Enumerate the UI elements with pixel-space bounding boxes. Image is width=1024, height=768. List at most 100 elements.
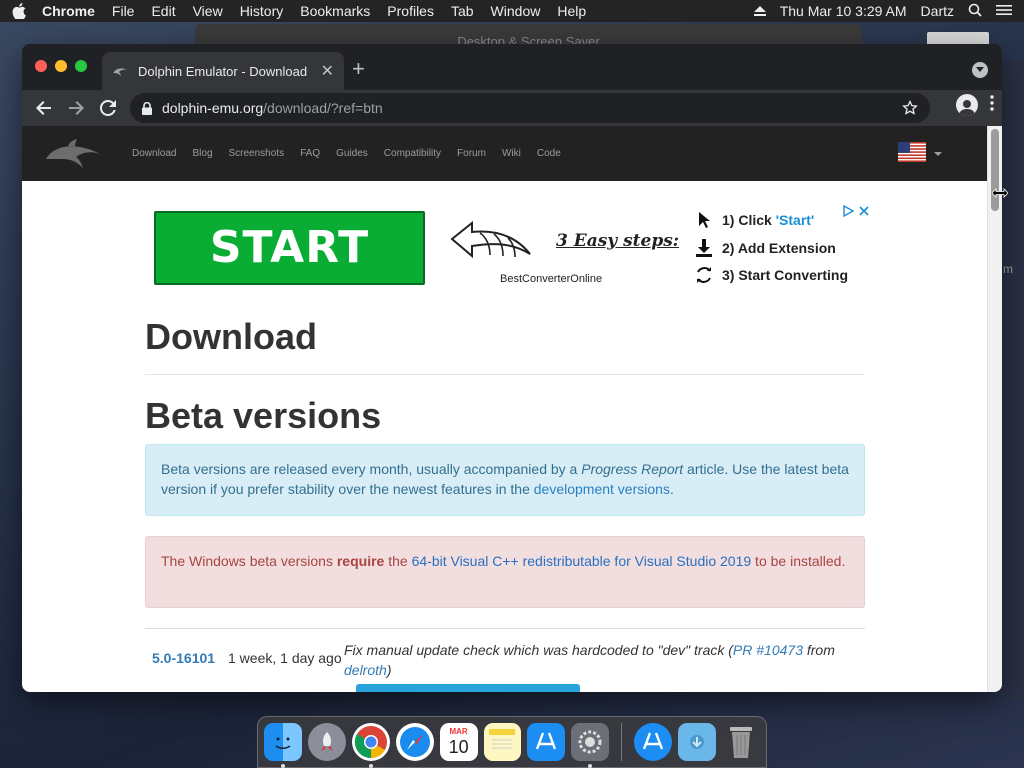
nav-forum[interactable]: Forum: [457, 148, 486, 159]
back-button[interactable]: [30, 94, 58, 122]
ad-step-3: 3) Start Converting: [694, 265, 848, 285]
spotlight-search-icon[interactable]: [968, 3, 982, 20]
ad-site-label: BestConverterOnline: [500, 273, 603, 285]
dolphin-logo-icon[interactable]: [44, 137, 104, 171]
danger-text-end: to be installed.: [751, 553, 846, 569]
tab-dolphin-download[interactable]: Dolphin Emulator - Download ✕: [102, 52, 344, 90]
calendar-day: 10: [448, 737, 469, 757]
bookmark-star-icon[interactable]: [902, 100, 918, 116]
calendar-icon[interactable]: MAR 10: [439, 723, 478, 761]
development-versions-link[interactable]: development versions: [534, 481, 670, 497]
vcredist-link[interactable]: 64-bit Visual C++ redistributable for Vi…: [412, 553, 752, 569]
profile-avatar-icon[interactable]: [956, 94, 978, 116]
nav-screenshots[interactable]: Screenshots: [229, 148, 285, 159]
macos-menubar: Chrome File Edit View History Bookmarks …: [0, 0, 1024, 22]
forward-button[interactable]: [62, 94, 90, 122]
minimize-window-button[interactable]: [55, 60, 67, 72]
trash-icon[interactable]: [722, 723, 760, 761]
dolphin-favicon-icon: [113, 68, 127, 76]
nav-compatibility[interactable]: Compatibility: [384, 148, 441, 159]
info-progress-report: Progress Report: [581, 461, 684, 477]
launchpad-icon[interactable]: [307, 723, 346, 761]
beta-info-alert: Beta versions are released every month, …: [145, 444, 865, 516]
table-top-border: [145, 628, 865, 629]
menubar-clock[interactable]: Thu Mar 10 3:29 AM: [780, 3, 907, 19]
menu-edit[interactable]: Edit: [151, 3, 175, 19]
new-tab-button[interactable]: +: [352, 56, 365, 82]
menu-window[interactable]: Window: [491, 3, 541, 19]
finder-icon[interactable]: [264, 723, 302, 768]
downloads-folder-icon[interactable]: [678, 723, 717, 761]
url-host: dolphin-emu.org: [162, 100, 264, 116]
release-desc-text: Fix manual update check which was hardco…: [344, 642, 733, 658]
pr-link[interactable]: PR #10473: [733, 642, 803, 658]
adchoices-icon[interactable]: [842, 205, 854, 217]
ad-close-icon[interactable]: [858, 205, 870, 217]
advertisement-banner[interactable]: START BestConverterOnline 3 Easy steps: …: [150, 181, 890, 293]
reload-button[interactable]: [94, 94, 122, 122]
info-text-end: .: [669, 481, 674, 497]
menu-tab[interactable]: Tab: [451, 3, 474, 19]
download-arrow-icon: [694, 238, 714, 258]
danger-text-the: the: [384, 553, 412, 569]
url-path: /download/?ref=btn: [263, 100, 383, 116]
language-selector[interactable]: [898, 142, 942, 162]
language-caret-icon: [934, 152, 942, 156]
ad-steps-title: 3 Easy steps:: [556, 231, 680, 251]
ad-step-3-text: 3) Start Converting: [722, 267, 849, 283]
eject-icon[interactable]: [753, 3, 766, 19]
zoom-window-button[interactable]: [75, 60, 87, 72]
app-store-icon[interactable]: [527, 723, 566, 761]
address-bar[interactable]: dolphin-emu.org /download/?ref=btn: [130, 93, 930, 123]
author-link[interactable]: delroth: [344, 662, 387, 678]
nav-faq[interactable]: FAQ: [300, 148, 320, 159]
app-store-downloads-icon[interactable]: [634, 723, 673, 761]
ad-choices[interactable]: [842, 205, 870, 217]
tab-search-icon[interactable]: [972, 62, 988, 78]
nav-blog[interactable]: Blog: [192, 148, 212, 159]
ad-step-1: 1) Click 'Start': [694, 210, 814, 230]
chrome-icon[interactable]: [351, 723, 390, 768]
calendar-month: MAR: [449, 727, 468, 736]
menubar-user[interactable]: Dartz: [921, 3, 954, 19]
page-scrollbar[interactable]: [987, 126, 1002, 692]
nav-guides[interactable]: Guides: [336, 148, 368, 159]
release-version-link[interactable]: 5.0-16101: [152, 650, 215, 666]
control-center-icon[interactable]: [996, 3, 1012, 19]
chrome-menu-icon[interactable]: [990, 94, 994, 116]
tab-close-icon[interactable]: ✕: [321, 61, 334, 81]
lock-icon[interactable]: [142, 101, 152, 115]
tab-strip: Dolphin Emulator - Download ✕ +: [22, 44, 1002, 90]
ad-step-1-text: 1) Click: [722, 212, 772, 228]
system-preferences-icon[interactable]: [571, 723, 610, 768]
release-description: Fix manual update check which was hardco…: [344, 640, 865, 680]
safari-icon[interactable]: [395, 723, 434, 761]
close-window-button[interactable]: [35, 60, 47, 72]
ad-step-2: 2) Add Extension: [694, 238, 836, 258]
running-indicator: [588, 764, 593, 768]
menu-view[interactable]: View: [193, 3, 223, 19]
nav-download[interactable]: Download: [132, 148, 176, 159]
menubar-status-area: Thu Mar 10 3:29 AM Dartz: [753, 3, 1012, 20]
divider: [145, 374, 865, 375]
background-window-edge: [1002, 60, 1024, 700]
notes-icon[interactable]: [483, 723, 522, 761]
download-button-partial[interactable]: [356, 684, 580, 692]
nav-wiki[interactable]: Wiki: [502, 148, 521, 159]
us-flag-icon: [898, 142, 926, 162]
page-title: Download: [145, 316, 317, 357]
menu-help[interactable]: Help: [557, 3, 586, 19]
resize-cursor-icon: [992, 188, 1008, 198]
menu-file[interactable]: File: [112, 3, 135, 19]
menu-history[interactable]: History: [240, 3, 284, 19]
nav-code[interactable]: Code: [537, 148, 561, 159]
danger-text: The Windows beta versions: [161, 553, 337, 569]
menu-profiles[interactable]: Profiles: [387, 3, 434, 19]
menu-bookmarks[interactable]: Bookmarks: [300, 3, 370, 19]
cursor-icon: [694, 210, 714, 230]
apple-menu-icon[interactable]: [12, 3, 28, 19]
menu-app-chrome[interactable]: Chrome: [42, 3, 95, 19]
chrome-window: Dolphin Emulator - Download ✕ + dolphin-…: [22, 44, 1002, 692]
toolbar-right: [956, 94, 994, 116]
ad-start-button[interactable]: START: [154, 211, 425, 285]
